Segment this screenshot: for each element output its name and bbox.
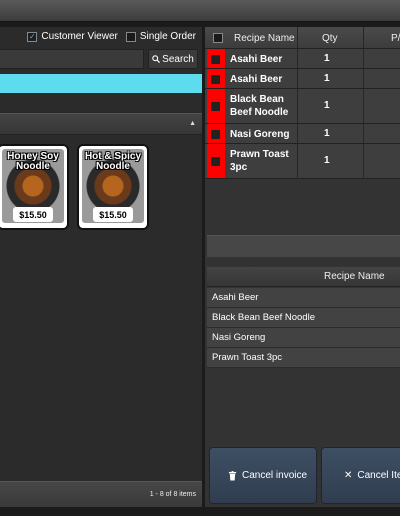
order-item-qty: 1 (324, 155, 330, 166)
trash-icon (228, 470, 237, 480)
order-row[interactable]: Asahi Beer 1 (205, 69, 400, 89)
order-row[interactable]: Black Bean Beef Noodle 1 (205, 89, 400, 124)
menu-item-price: $15.50 (13, 207, 53, 222)
category-dropdown-bar[interactable]: ▲ (0, 113, 202, 135)
order-row[interactable]: Nasi Goreng 1 (205, 124, 400, 144)
column-price: P/ (391, 33, 400, 44)
menu-pager-bar: 1 - 8 of 8 items (0, 481, 202, 507)
cancel-item-label: Cancel Iter (357, 470, 400, 481)
recipe-list-item[interactable]: Nasi Goreng (207, 328, 400, 348)
recipe-list-item[interactable]: Prawn Toast 3pc (207, 348, 400, 368)
cancel-invoice-label: Cancel invoice (242, 470, 308, 481)
category-highlight-bar[interactable] (0, 74, 202, 93)
search-icon (152, 55, 161, 63)
column-qty: Qty (322, 33, 338, 44)
order-grid-footer (207, 235, 400, 257)
column-recipe-name: Recipe Name (234, 33, 295, 44)
order-item-qty: 1 (324, 73, 330, 84)
single-order-label: Single Order (139, 31, 196, 42)
recipe-list-column: Recipe Name (324, 271, 385, 282)
order-item-name: Prawn Toast 3pc (230, 149, 289, 173)
chevron-up-icon: ▲ (189, 120, 196, 127)
menu-item-card[interactable]: Honey Soy Noodle $15.50 (0, 144, 69, 230)
row-checkbox[interactable] (211, 102, 220, 111)
customer-viewer-label: Customer Viewer (41, 31, 118, 42)
title-bar (0, 0, 400, 22)
menu-item-price: $15.50 (93, 207, 133, 222)
menu-panel: ✓ Customer Viewer Single Order Search ▲ … (0, 27, 202, 507)
order-item-name: Black Bean Beef Noodle (230, 94, 289, 118)
row-marker (207, 89, 225, 123)
recipe-list-item[interactable]: Asahi Beer (207, 288, 400, 308)
recipe-list-header: Recipe Name (207, 267, 400, 287)
row-marker (207, 49, 225, 68)
row-checkbox[interactable] (211, 55, 220, 64)
row-checkbox[interactable] (211, 157, 220, 166)
select-all-checkbox[interactable] (213, 33, 223, 43)
order-item-name: Asahi Beer (230, 54, 283, 65)
column-divider (363, 27, 364, 179)
menu-item-card[interactable]: Hot & Spicy Noodle $15.50 (77, 144, 149, 230)
view-options: ✓ Customer Viewer Single Order (27, 31, 196, 42)
row-marker (207, 144, 225, 178)
search-row: Search (0, 49, 202, 71)
order-row[interactable]: Prawn Toast 3pc 1 (205, 144, 400, 179)
order-item-name: Asahi Beer (230, 74, 283, 85)
column-divider (297, 27, 298, 179)
close-icon: ✕ (344, 470, 353, 481)
order-item-name: Nasi Goreng (230, 129, 290, 140)
order-item-qty: 1 (324, 100, 330, 111)
search-button-label: Search (162, 53, 194, 65)
order-panel: Recipe Name Qty P/ Asahi Beer 1 Asahi Be… (205, 27, 400, 507)
row-marker (207, 69, 225, 88)
cancel-invoice-button[interactable]: Cancel invoice (209, 447, 317, 504)
menu-item-name: Honey Soy Noodle (7, 151, 59, 172)
row-checkbox[interactable] (211, 75, 220, 84)
customer-viewer-checkbox[interactable]: ✓ (27, 31, 38, 42)
cancel-item-button[interactable]: ✕ Cancel Iter (321, 447, 400, 504)
search-button[interactable]: Search (148, 49, 198, 69)
order-item-qty: 1 (324, 53, 330, 64)
single-order-checkbox[interactable] (125, 31, 136, 42)
row-checkbox[interactable] (211, 130, 220, 139)
order-grid-header: Recipe Name Qty P/ (205, 27, 400, 49)
search-input[interactable] (0, 49, 144, 69)
order-row[interactable]: Asahi Beer 1 (205, 49, 400, 69)
row-marker (207, 124, 225, 143)
order-item-qty: 1 (324, 128, 330, 139)
recipe-list-item[interactable]: Black Bean Beef Noodle (207, 308, 400, 328)
pager-info: 1 - 8 of 8 items (149, 491, 196, 498)
menu-item-name: Hot & Spicy Noodle (84, 151, 142, 172)
